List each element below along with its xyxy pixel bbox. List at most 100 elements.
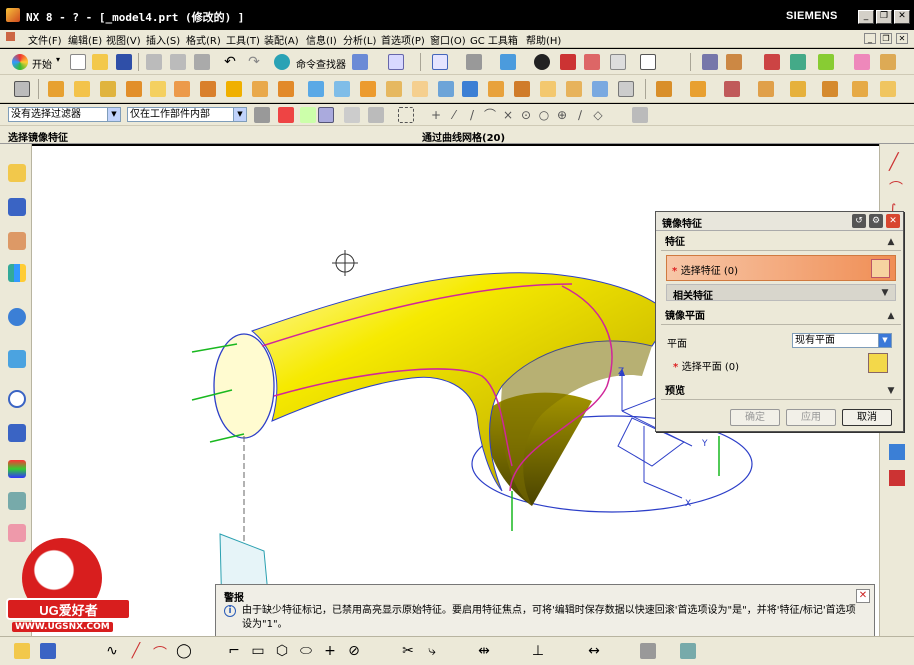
pull-face-icon[interactable] — [690, 81, 706, 97]
sketch-icon[interactable] — [14, 81, 30, 97]
line-icon[interactable]: ╱ — [889, 154, 905, 170]
line-icon[interactable]: ╱ — [128, 643, 144, 659]
deselect-icon[interactable] — [344, 107, 360, 123]
extract-geometry-icon[interactable] — [618, 81, 634, 97]
snap-point-icon[interactable] — [278, 107, 294, 123]
draft-icon[interactable] — [438, 81, 454, 97]
trim-icon[interactable]: ✂ — [400, 643, 416, 659]
app-menu-icon[interactable] — [6, 32, 17, 43]
offset-region-icon[interactable] — [852, 81, 868, 97]
related-feature-row[interactable]: 相关特征 ▼ — [666, 284, 896, 302]
close-icon[interactable]: ✕ — [886, 214, 900, 228]
save-icon[interactable] — [116, 54, 132, 70]
move-face-icon[interactable] — [656, 81, 672, 97]
datum-axis-icon[interactable] — [334, 81, 350, 97]
chevron-up-icon[interactable]: ▲ — [885, 310, 897, 322]
ok-button[interactable]: 确定 — [730, 409, 780, 426]
snap-settings-icon[interactable] — [640, 643, 656, 659]
menu-info[interactable]: 信息(I) — [306, 32, 337, 47]
view-select-icon[interactable] — [318, 107, 334, 123]
synchronous-icon[interactable] — [822, 81, 838, 97]
reset-icon[interactable]: ↺ — [852, 214, 866, 228]
offset-curve-icon[interactable]: ⊘ — [346, 643, 362, 659]
clock-icon[interactable] — [8, 390, 26, 408]
close-icon[interactable]: ✕ — [894, 10, 910, 24]
paste-icon[interactable] — [194, 54, 210, 70]
cut-icon[interactable] — [146, 54, 162, 70]
undo-icon[interactable]: ↶ — [222, 54, 238, 70]
close-icon[interactable]: ✕ — [856, 589, 870, 603]
group-plane-header[interactable]: 镜像平面 ▲ — [661, 309, 901, 325]
selection-icon[interactable] — [352, 54, 368, 70]
new-file-icon[interactable] — [70, 54, 86, 70]
hole-icon[interactable] — [100, 81, 116, 97]
point-on-curve-icon[interactable]: ∕ — [572, 107, 588, 123]
finish-sketch-icon[interactable] — [40, 643, 56, 659]
process-studio-icon[interactable] — [8, 424, 26, 442]
background-color-icon[interactable] — [640, 54, 656, 70]
analysis-icon[interactable] — [764, 54, 780, 70]
menu-insert[interactable]: 插入(S) — [146, 32, 180, 47]
select-feature-row[interactable]: * 选择特征 (0) — [666, 255, 896, 281]
existing-point-icon[interactable]: ⊕ — [554, 107, 570, 123]
chamfer-icon[interactable] — [386, 81, 402, 97]
constraint-icon[interactable]: ⊥ — [530, 643, 546, 659]
quadrant-point-icon[interactable]: ○ — [536, 107, 552, 123]
chevron-down-icon[interactable]: ▼ — [879, 287, 891, 299]
type-filter-select[interactable]: 没有选择过滤器 ▼ — [8, 107, 121, 122]
green-curve-stub[interactable] — [209, 433, 245, 443]
mirror-curve-icon[interactable]: ⇹ — [476, 643, 492, 659]
trim-body-icon[interactable] — [514, 81, 530, 97]
cancel-button[interactable]: 取消 — [842, 409, 892, 426]
intersection-icon[interactable]: × — [500, 107, 516, 123]
reuse-library-icon[interactable] — [8, 264, 26, 282]
command-finder-label[interactable]: 命令查找器 — [296, 56, 346, 71]
polygon-icon[interactable]: ⬡ — [274, 643, 290, 659]
command-finder-icon[interactable] — [274, 54, 290, 70]
start-menu-label[interactable]: 开始 — [32, 56, 52, 71]
sketch-task-icon[interactable] — [14, 643, 30, 659]
revolve-icon[interactable] — [74, 81, 90, 97]
point-snap-icon[interactable]: + — [428, 107, 444, 123]
mdi-minimize-icon[interactable]: _ — [864, 33, 876, 44]
menu-tools[interactable]: 工具(T) — [226, 32, 260, 47]
pattern-icon[interactable] — [462, 81, 478, 97]
history-icon[interactable] — [8, 350, 26, 368]
measure-icon[interactable] — [790, 54, 806, 70]
open-folder-icon[interactable] — [92, 54, 108, 70]
fillet-icon[interactable]: ⌐ — [226, 643, 242, 659]
chevron-down-icon[interactable]: ▼ — [885, 385, 897, 397]
system-scenes-icon[interactable] — [8, 492, 26, 510]
extend-icon[interactable]: ⤷ — [424, 643, 440, 659]
render-style-icon[interactable] — [534, 54, 550, 70]
menu-assembly[interactable]: 装配(A) — [264, 32, 299, 47]
menu-format[interactable]: 格式(R) — [186, 32, 221, 47]
split-body-icon[interactable] — [540, 81, 556, 97]
select-feature-icon[interactable] — [871, 259, 890, 278]
snap-grid-icon[interactable] — [702, 54, 718, 70]
edge-blend-icon[interactable] — [360, 81, 376, 97]
select-all-icon[interactable] — [300, 107, 316, 123]
rectangle-select-icon[interactable] — [398, 107, 414, 123]
dimension-icon[interactable]: ↔ — [586, 643, 602, 659]
select-plane-icon[interactable] — [868, 353, 888, 373]
wcs-icon[interactable] — [726, 54, 742, 70]
snap-toggle-icon[interactable] — [632, 107, 648, 123]
mdi-restore-icon[interactable]: ❐ — [880, 33, 892, 44]
edit-object-icon[interactable] — [880, 54, 896, 70]
shell-icon[interactable] — [412, 81, 428, 97]
zoom-icon[interactable] — [466, 54, 482, 70]
arc-center-icon[interactable]: ⊙ — [518, 107, 534, 123]
thicken-icon[interactable] — [566, 81, 582, 97]
filter-settings-icon[interactable] — [254, 107, 270, 123]
display-icon[interactable] — [680, 643, 696, 659]
mirror-feature-icon[interactable] — [488, 81, 504, 97]
restore-icon[interactable]: ❐ — [876, 10, 892, 24]
tube-opening-curve[interactable] — [213, 333, 275, 439]
mdi-close-icon[interactable]: ✕ — [896, 33, 908, 44]
profile-icon[interactable]: ∿ — [104, 643, 120, 659]
section-view-icon[interactable] — [560, 54, 576, 70]
boss-icon[interactable] — [126, 81, 142, 97]
arc-icon[interactable]: ⌒ — [152, 643, 168, 662]
info-window-icon[interactable] — [388, 54, 404, 70]
